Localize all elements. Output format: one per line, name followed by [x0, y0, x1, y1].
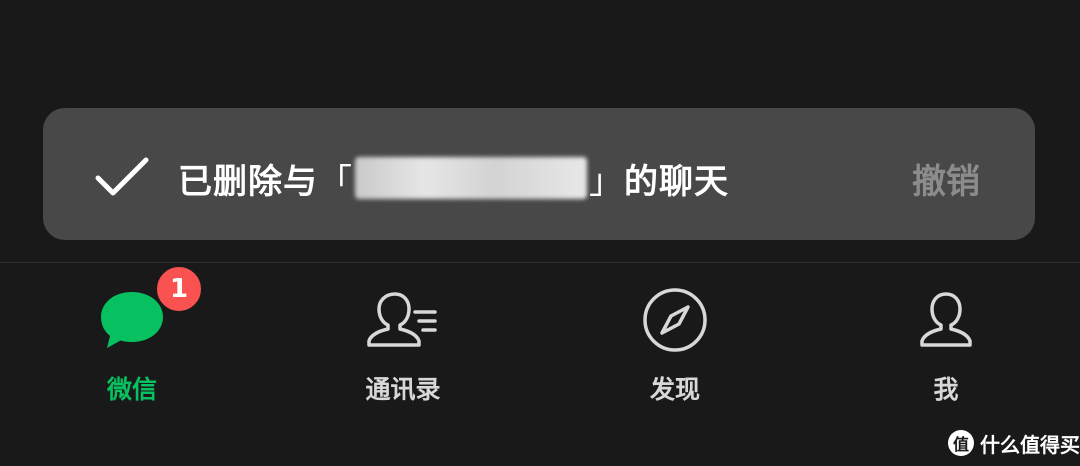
tab-contacts-label: 通讯录: [365, 375, 441, 404]
check-icon: [95, 157, 149, 196]
person-icon: [920, 292, 972, 347]
tab-contacts-icon-wrap: [363, 280, 443, 360]
tab-discover-label: 发现: [649, 375, 700, 404]
open-bracket: 「: [318, 161, 353, 202]
blurred-contact-name: [355, 157, 587, 199]
undo-button[interactable]: 撤销: [912, 150, 980, 206]
tab-discover-icon-wrap: [635, 280, 715, 360]
tab-me-label: 我: [933, 375, 959, 404]
watermark-text: 什么值得买: [980, 432, 1080, 457]
tabbar-divider: [0, 262, 1080, 263]
tab-contacts[interactable]: 通讯录: [303, 280, 503, 430]
tab-chats[interactable]: 1 微信: [32, 264, 232, 430]
compass-icon: [643, 288, 707, 352]
watermark-logo: 值: [948, 430, 974, 456]
unread-badge: 1: [154, 264, 204, 314]
close-bracket: 」: [589, 161, 624, 202]
toast-message: 已删除与 「 」 的聊天: [178, 150, 729, 206]
tab-me-icon-wrap: [906, 280, 986, 360]
tab-me[interactable]: 我: [846, 280, 1046, 430]
watermark: 值 什么值得买: [948, 428, 1080, 458]
tab-chats-icon-wrap: 1: [92, 264, 204, 360]
tab-chats-label: 微信: [106, 375, 157, 404]
contacts-icon: [367, 292, 437, 347]
toast-message-suffix: 的聊天: [624, 161, 729, 202]
tab-discover[interactable]: 发现: [575, 280, 775, 430]
toast-message-prefix: 已删除与: [178, 161, 318, 202]
